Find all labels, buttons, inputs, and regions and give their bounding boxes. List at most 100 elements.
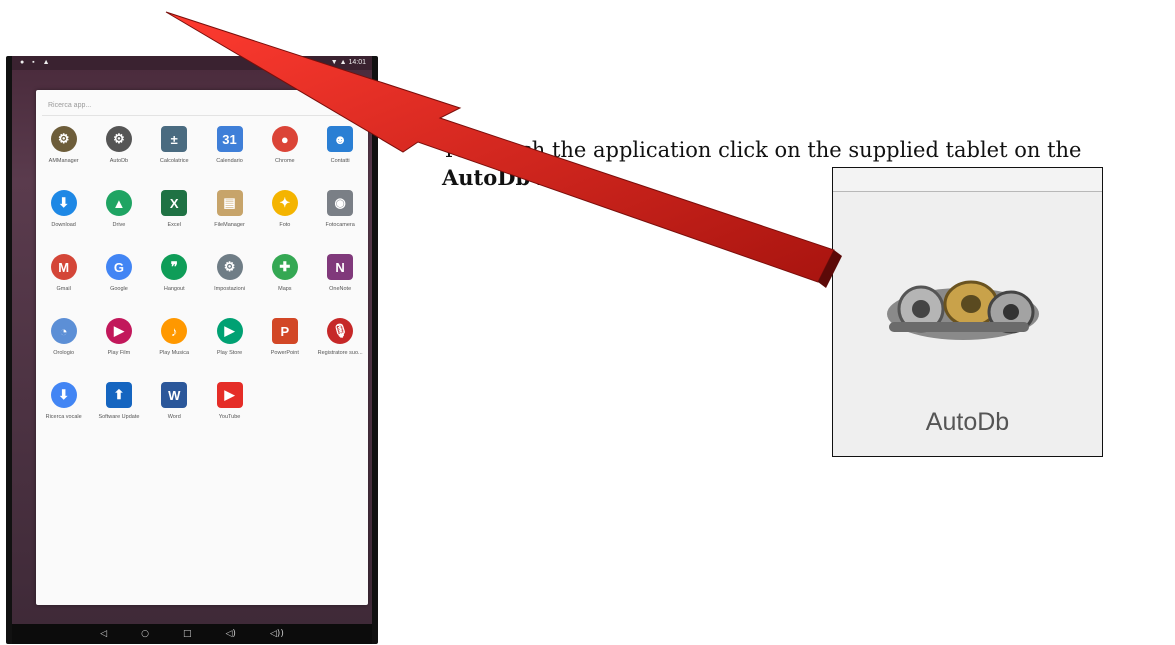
camera-icon: ◉	[327, 190, 354, 216]
app-label: Foto	[279, 222, 291, 228]
app-word[interactable]: W Word	[147, 378, 202, 442]
play-music-icon: ♪	[161, 318, 188, 344]
instruction-prefix: To launch the application click on the s…	[442, 138, 1082, 162]
volume-up-button[interactable]: ◁))	[270, 629, 284, 639]
app-label: Play Film	[107, 350, 131, 356]
app-label: Ricerca vocale	[45, 414, 82, 420]
zoom-card-topbar	[833, 168, 1102, 192]
app-ammanager[interactable]: ⚙ AMManager	[36, 122, 91, 186]
excel-icon: X	[161, 190, 188, 216]
app-label: YouTube	[218, 414, 241, 420]
app-label: Orologio	[53, 350, 75, 356]
gmail-icon: M	[50, 254, 77, 280]
app-powerpoint[interactable]: P PowerPoint	[257, 314, 312, 378]
app-label: Fotocamera	[325, 222, 355, 228]
chrome-icon: ●	[271, 126, 298, 152]
app-youtube[interactable]: ▶ YouTube	[202, 378, 257, 442]
app-gmail[interactable]: M Gmail	[36, 250, 91, 314]
app-orologio[interactable]: ◔ Orologio	[36, 314, 91, 378]
gear-icon: ⚙	[216, 254, 243, 280]
app-foto[interactable]: ✦ Foto	[257, 186, 312, 250]
autodb-label: AutoDb	[925, 408, 1010, 436]
app-label: Chrome	[275, 158, 295, 164]
app-calcolatrice[interactable]: ± Calcolatrice	[147, 122, 202, 186]
drive-icon: ▲	[105, 190, 132, 216]
calendar-icon: 31	[216, 126, 243, 152]
app-label: AutoDb	[109, 158, 129, 164]
autodb-zoom-card: AutoDb	[832, 167, 1103, 457]
map-pin-icon: ✚	[271, 254, 298, 280]
app-impostazioni[interactable]: ⚙ Impostazioni	[202, 250, 257, 314]
contacts-icon: ☻	[327, 126, 354, 152]
app-play-film[interactable]: ▶ Play Film	[91, 314, 146, 378]
app-label: Contatti	[330, 158, 350, 164]
app-label: PowerPoint	[270, 350, 299, 356]
app-contatti[interactable]: ☻ Contatti	[312, 122, 367, 186]
clock-icon: ◔	[50, 318, 77, 344]
app-label: Impostazioni	[214, 286, 245, 292]
app-drive[interactable]: ▲ Drive	[91, 186, 146, 250]
app-label: Calcolatrice	[159, 158, 189, 164]
onenote-icon: N	[327, 254, 354, 280]
app-label: Word	[167, 414, 181, 420]
engine-icon: ⚙	[50, 126, 77, 152]
engine-icon[interactable]	[881, 264, 1046, 349]
app-chrome[interactable]: ● Chrome	[257, 122, 312, 186]
app-google[interactable]: G Google	[91, 250, 146, 314]
app-label: Registratore suo...	[317, 350, 363, 356]
update-arrow-icon: ⬆	[105, 382, 132, 408]
app-autodb[interactable]: ⚙ AutoDb	[91, 122, 146, 186]
microphone-icon: 🎙	[327, 318, 354, 344]
app-registratore-suo[interactable]: 🎙 Registratore suo...	[312, 314, 367, 378]
app-label: Gmail	[56, 286, 71, 292]
app-maps[interactable]: ✚ Maps	[257, 250, 312, 314]
status-clock: ▼ ▲ 14:01	[330, 59, 366, 66]
instruction-suffix: icon	[530, 166, 582, 190]
app-drawer: Ricerca app... ⚙ AMManager ⚙ AutoDb ± Calcola…	[36, 90, 368, 605]
recents-button[interactable]: □	[183, 629, 192, 639]
pinwheel-icon: ✦	[271, 190, 298, 216]
app-grid: ⚙ AMManager ⚙ AutoDb ± Calcolatrice 31 Calendar…	[36, 122, 368, 442]
volume-down-button[interactable]: ◁)	[225, 629, 235, 639]
play-store-icon: ▶	[216, 318, 243, 344]
calculator-icon: ±	[161, 126, 188, 152]
home-button[interactable]: ○	[141, 629, 149, 639]
hangouts-icon: ❞	[161, 254, 188, 280]
app-label: Software Update	[98, 414, 140, 420]
app-ricerca-vocale[interactable]: ⬇ Ricerca vocale	[36, 378, 91, 442]
status-bar: ● ▪ ▲ ▼ ▲ 14:01	[12, 56, 372, 70]
app-label: Google	[110, 286, 128, 292]
app-label: Play Musica	[159, 350, 190, 356]
powerpoint-icon: P	[271, 318, 298, 344]
back-button[interactable]: ◁	[100, 629, 107, 639]
app-fotocamera[interactable]: ◉ Fotocamera	[312, 186, 367, 250]
word-icon: W	[161, 382, 188, 408]
app-hangout[interactable]: ❞ Hangout	[147, 250, 202, 314]
navigation-bar: ◁ ○ □ ◁) ◁))	[12, 624, 372, 644]
app-software-update[interactable]: ⬆ Software Update	[91, 378, 146, 442]
app-filemanager[interactable]: ▤ FileManager	[202, 186, 257, 250]
youtube-icon: ▶	[216, 382, 243, 408]
engine-icon: ⚙	[105, 126, 132, 152]
app-excel[interactable]: X Excel	[147, 186, 202, 250]
app-play-store[interactable]: ▶ Play Store	[202, 314, 257, 378]
app-label: Maps	[278, 286, 292, 292]
microphone-icon: ⬇	[50, 382, 77, 408]
download-icon: ⬇	[50, 190, 77, 216]
instruction-app-name: AutoDb	[442, 165, 531, 190]
app-label: Play Store	[216, 350, 243, 356]
app-label: Drive	[112, 222, 126, 228]
app-calendario[interactable]: 31 Calendario	[202, 122, 257, 186]
app-label: Hangout	[163, 286, 185, 292]
app-onenote[interactable]: N OneNote	[312, 250, 367, 314]
app-label: Download	[51, 222, 76, 228]
search-apps-input[interactable]: Ricerca app...	[42, 96, 360, 116]
app-play-musica[interactable]: ♪ Play Musica	[147, 314, 202, 378]
app-label: Excel	[167, 222, 181, 228]
status-icons-left: ● ▪ ▲	[20, 59, 53, 66]
app-label: AMManager	[48, 158, 79, 164]
app-download[interactable]: ⬇ Download	[36, 186, 91, 250]
google-icon: G	[105, 254, 132, 280]
app-label: OneNote	[329, 286, 352, 292]
folder-icon: ▤	[216, 190, 243, 216]
